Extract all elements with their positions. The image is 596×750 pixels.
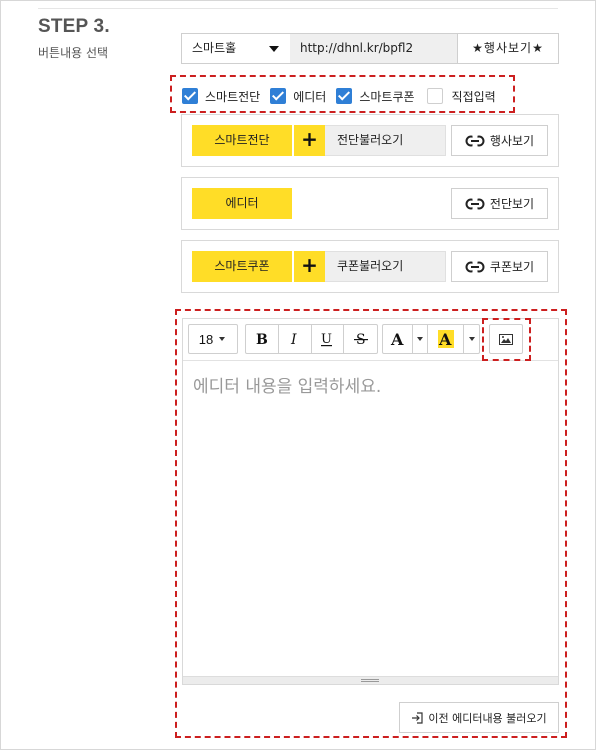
smart-flyer-panel: 스마트전단 + 전단불러오기 행사보기 (181, 114, 559, 167)
svg-text:A: A (390, 331, 404, 347)
chevron-down-icon (269, 46, 279, 52)
checkbox-checked-icon[interactable] (182, 88, 198, 104)
load-flyer-button[interactable]: 전단불러오기 (325, 125, 446, 156)
underline-icon: U (321, 332, 333, 347)
event-view-button[interactable]: ★행사보기★ (457, 33, 559, 64)
option-label: 에디터 (293, 89, 327, 104)
chevron-down-icon (468, 337, 475, 341)
source-select-value: 스마트홀 (192, 41, 237, 55)
font-size-dropdown[interactable]: 18 (188, 324, 238, 354)
link-icon (465, 197, 485, 210)
bold-button[interactable]: B (246, 325, 279, 353)
option-editor[interactable]: 에디터 (270, 88, 326, 105)
font-color-button[interactable]: A (383, 325, 413, 353)
add-coupon-plus-button[interactable]: + (294, 251, 325, 282)
color-group: A A (382, 324, 480, 354)
svg-text:A: A (438, 330, 452, 348)
editor-placeholder[interactable]: 에디터 내용을 입력하세요. (193, 372, 381, 397)
image-button-highlight-box (482, 318, 531, 361)
editor-button[interactable]: 에디터 (192, 188, 292, 219)
content-options: 스마트전단 에디터 스마트쿠폰 직접입력 (182, 86, 506, 106)
link-icon (465, 134, 485, 147)
option-label: 스마트쿠폰 (359, 89, 415, 104)
import-icon (412, 711, 423, 724)
text-style-group: B I U S (245, 324, 378, 354)
link-icon (465, 260, 485, 273)
font-size-select[interactable]: 18 (189, 325, 235, 353)
chevron-down-icon (417, 337, 423, 341)
checkbox-checked-icon[interactable] (270, 88, 287, 104)
strikethrough-icon: S (353, 332, 368, 346)
option-direct-input[interactable]: 직접입력 (426, 88, 496, 105)
view-label: 쿠폰보기 (489, 260, 535, 274)
checkbox-unchecked-icon[interactable] (426, 88, 443, 104)
flyer-view-link-button[interactable]: 전단보기 (451, 188, 548, 219)
underline-button[interactable]: U (312, 325, 345, 353)
svg-text:U: U (321, 332, 332, 347)
event-view-link-button[interactable]: 행사보기 (451, 125, 548, 156)
italic-button[interactable]: I (279, 325, 312, 353)
coupon-view-link-button[interactable]: 쿠폰보기 (451, 251, 548, 282)
option-smart-coupon[interactable]: 스마트쿠폰 (336, 88, 415, 105)
step-subtitle: 버튼내용 선택 (38, 46, 109, 60)
divider (38, 8, 558, 9)
smart-flyer-button[interactable]: 스마트전단 (192, 125, 292, 156)
svg-text:I: I (290, 332, 297, 346)
checkbox-checked-icon[interactable] (336, 88, 353, 104)
font-color-dropdown[interactable] (413, 325, 428, 353)
highlight-color-button[interactable]: A (428, 325, 464, 353)
font-color-icon: A (390, 331, 404, 347)
highlight-color-dropdown[interactable] (464, 325, 479, 353)
smart-coupon-panel: 스마트쿠폰 + 쿠폰불러오기 쿠폰보기 (181, 240, 559, 293)
url-field[interactable]: http://dhnl.kr/bpfl2 (290, 33, 458, 64)
strikethrough-button[interactable]: S (344, 325, 377, 353)
load-previous-label: 이전 에디터내용 불러오기 (428, 711, 547, 725)
italic-icon: I (290, 332, 297, 346)
option-smart-flyer[interactable]: 스마트전단 (182, 88, 260, 105)
smart-coupon-button[interactable]: 스마트쿠폰 (192, 251, 292, 282)
step-title: STEP 3. (38, 16, 110, 37)
source-select[interactable]: 스마트홀 (181, 33, 291, 64)
editor-panel: 에디터 전단보기 (181, 177, 559, 230)
view-label: 행사보기 (489, 134, 535, 148)
view-label: 전단보기 (489, 197, 535, 211)
font-size-value: 18 (198, 331, 214, 347)
load-coupon-button[interactable]: 쿠폰불러오기 (325, 251, 446, 282)
bold-icon: B (256, 332, 268, 346)
load-previous-editor-button[interactable]: 이전 에디터내용 불러오기 (399, 702, 559, 733)
option-label: 스마트전단 (205, 89, 261, 104)
editor-resize-handle[interactable] (183, 676, 558, 684)
chevron-down-icon (219, 337, 226, 341)
grip-icon (361, 679, 379, 680)
rich-text-editor: 18 B I U S A A 에디터 내용을 입력하세요. (182, 318, 559, 685)
highlight-color-icon: A (437, 330, 454, 348)
option-label: 직접입력 (451, 89, 496, 104)
add-flyer-plus-button[interactable]: + (294, 125, 325, 156)
svg-text:B: B (256, 332, 268, 346)
